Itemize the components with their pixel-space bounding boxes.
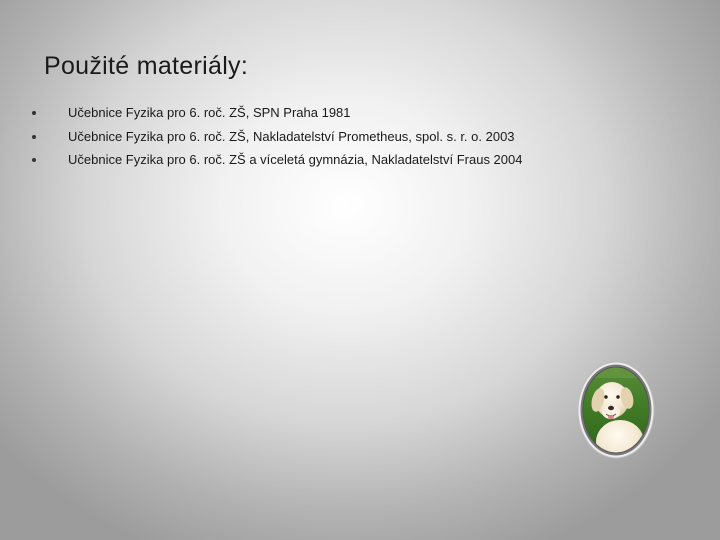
bullet-icon <box>32 158 36 162</box>
list-item-text: Učebnice Fyzika pro 6. roč. ZŠ, Nakladat… <box>68 128 515 144</box>
bullet-icon <box>32 111 36 115</box>
bullet-list: Učebnice Fyzika pro 6. roč. ZŠ, SPN Prah… <box>30 101 522 172</box>
slide-title: Použité materiály: <box>44 52 249 80</box>
list-item: Učebnice Fyzika pro 6. roč. ZŠ, Nakladat… <box>30 125 522 149</box>
list-item: Učebnice Fyzika pro 6. roč. ZŠ, SPN Prah… <box>30 101 522 125</box>
slide: Použité materiály: Učebnice Fyzika pro 6… <box>0 0 720 540</box>
bullet-icon <box>32 134 36 139</box>
list-item-text: Učebnice Fyzika pro 6. roč. ZŠ a vícelet… <box>68 152 523 167</box>
list-item-text: Učebnice Fyzika pro 6. roč. ZŠ, SPN Prah… <box>68 105 351 120</box>
list-item: Učebnice Fyzika pro 6. roč. ZŠ a vícelet… <box>30 148 522 172</box>
dog-photo-icon <box>577 361 655 459</box>
